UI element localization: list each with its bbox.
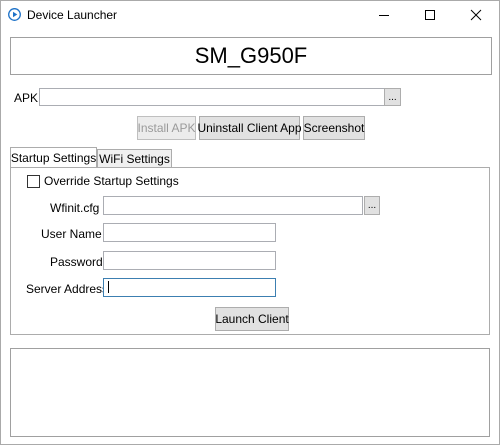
maximize-button[interactable] xyxy=(407,1,453,29)
wfinit-label: Wfinit.cfg xyxy=(50,201,100,215)
override-startup-checkbox[interactable] xyxy=(27,175,40,188)
device-launcher-window: Device Launcher SM_G950F APK ... Install… xyxy=(0,0,500,445)
close-icon xyxy=(470,9,482,21)
install-apk-button[interactable]: Install APK xyxy=(137,116,196,140)
tab-startup-settings-label: Startup Settings xyxy=(10,150,97,165)
play-circle-icon xyxy=(8,8,21,21)
log-output-box[interactable] xyxy=(10,348,490,437)
window-title: Device Launcher xyxy=(27,8,118,22)
wfinit-path-input[interactable] xyxy=(103,196,363,215)
apk-browse-button[interactable]: ... xyxy=(384,88,401,106)
startup-settings-panel: Override Startup Settings Wfinit.cfg ...… xyxy=(10,167,490,335)
uninstall-client-app-button[interactable]: Uninstall Client App xyxy=(197,116,302,140)
minimize-icon xyxy=(379,15,389,16)
password-input[interactable] xyxy=(103,251,276,270)
override-startup-label: Override Startup Settings xyxy=(44,174,179,188)
close-button[interactable] xyxy=(453,1,499,29)
maximize-icon xyxy=(425,10,435,20)
apk-label: APK xyxy=(14,91,39,105)
launch-client-button[interactable]: Launch Client xyxy=(215,307,289,331)
server-address-input[interactable] xyxy=(103,278,276,297)
device-name-box: SM_G950F xyxy=(10,37,492,75)
text-caret xyxy=(108,281,109,293)
tab-wifi-settings[interactable]: WiFi Settings xyxy=(97,149,172,167)
username-input[interactable] xyxy=(103,223,276,242)
server-address-label: Server Address xyxy=(26,282,109,296)
apk-path-input[interactable] xyxy=(39,88,385,106)
wfinit-browse-button[interactable]: ... xyxy=(364,196,380,215)
minimize-button[interactable] xyxy=(361,1,407,29)
device-name: SM_G950F xyxy=(194,43,308,68)
title-bar: Device Launcher xyxy=(1,1,499,29)
username-label: User Name xyxy=(41,227,102,241)
tab-wifi-settings-label: WiFi Settings xyxy=(99,151,170,166)
screenshot-button[interactable]: Screenshot xyxy=(303,116,365,140)
password-label: Password xyxy=(50,255,103,269)
tab-startup-settings[interactable]: Startup Settings xyxy=(10,147,97,167)
